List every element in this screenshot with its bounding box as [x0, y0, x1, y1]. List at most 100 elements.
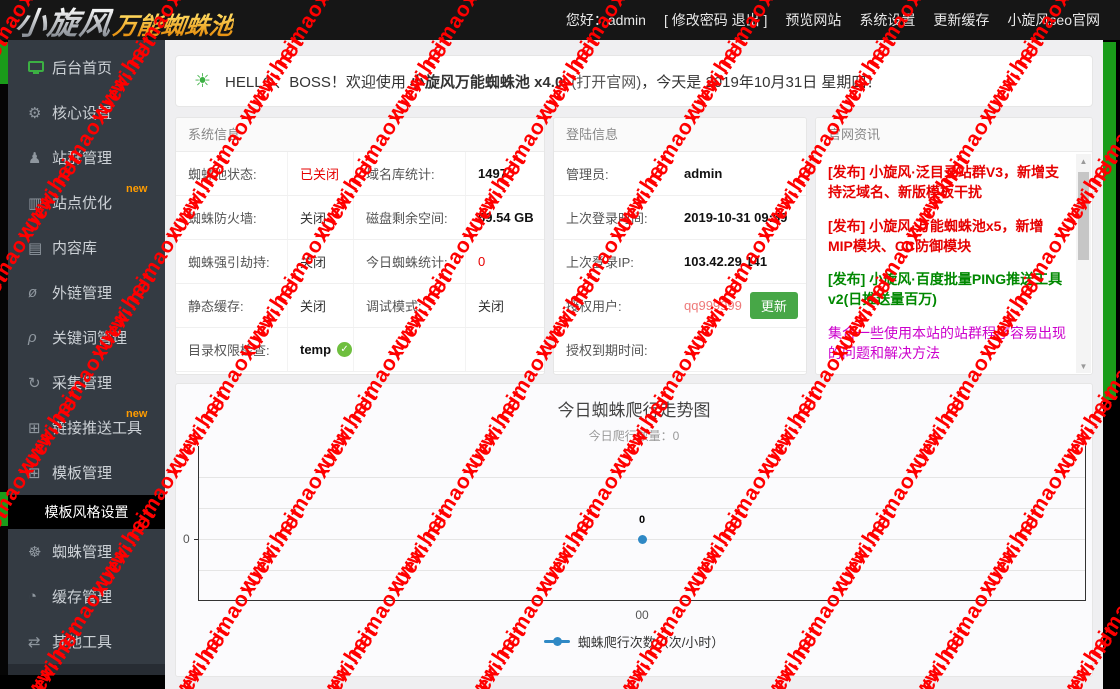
login-row: 上次登录IP: 103.42.29.141: [554, 240, 806, 284]
dir-check-value: temp: [300, 342, 332, 357]
sys-label: 今日蜘蛛统计:: [354, 240, 466, 283]
active-indicator-home: [0, 42, 8, 84]
system-row: 蜘蛛强引劫持: 关闭 今日蜘蛛统计: 0: [176, 240, 544, 284]
nav-preview-site[interactable]: 预览网站: [785, 10, 841, 30]
sidebar-item-template-manage[interactable]: ⊞ 模板管理: [8, 450, 165, 495]
sys-value: 关闭: [478, 299, 505, 314]
panel-title: 系统信息: [176, 118, 544, 152]
gear-icon: ⚙: [28, 104, 42, 122]
chart-plot-area: 0 0 00: [183, 446, 1086, 622]
welcome-product: 小旋风万能蜘蛛池 x4.0: [409, 73, 564, 91]
nav-change-password-logout[interactable]: [ 修改密码 退出 ]: [664, 10, 767, 30]
data-point-label: 0: [638, 514, 646, 526]
sys-value: 关闭: [288, 196, 354, 239]
login-label: 授权到期时间:: [566, 343, 648, 358]
scrollbar-thumb[interactable]: [1078, 172, 1089, 260]
system-row: 蜘蛛池状态: 已关闭 域名库统计: 1497: [176, 152, 544, 196]
chart-legend[interactable]: 蜘蛛爬行次数（次/小时）: [176, 632, 1092, 651]
sidebar-item-link-push-tools[interactable]: ⊞ 链接推送工具 new: [8, 405, 165, 450]
sidebar-footer-strip: [8, 664, 165, 675]
top-header: 小旋风 万能蜘蛛池 您好：admin [ 修改密码 退出 ] 预览网站 系统设置…: [0, 0, 1120, 43]
sys-label: 蜘蛛防火墙:: [176, 196, 288, 239]
open-official-site-link[interactable]: (打开官网): [571, 71, 641, 92]
scroll-down-icon[interactable]: ▼: [1076, 359, 1091, 373]
admin-dashboard: 小旋风 万能蜘蛛池 您好：admin [ 修改密码 退出 ] 预览网站 系统设置…: [0, 0, 1120, 689]
sidebar-item-home[interactable]: 后台首页: [8, 45, 165, 90]
sidebar-item-label: 链接推送工具: [52, 420, 143, 437]
sidebar-rail: [0, 40, 8, 689]
sys-empty-cell: [466, 328, 544, 371]
sidebar-item-external-links[interactable]: ø 外链管理: [8, 270, 165, 315]
login-row: 授权用户: qq999999 更新: [554, 284, 806, 328]
nav-system-settings[interactable]: 系统设置: [859, 10, 915, 30]
gridline: [199, 570, 1085, 571]
login-label: 上次登录时间:: [566, 211, 648, 226]
auth-user-value: qq999999: [684, 298, 742, 313]
greeting-text: 您好：admin: [565, 12, 646, 28]
login-label: 授权用户:: [566, 299, 622, 314]
sidebar-item-label: 站点优化: [52, 195, 113, 212]
gridline: [199, 477, 1085, 478]
sidebar-item-collection[interactable]: ↻ 采集管理: [8, 360, 165, 405]
key-icon: ρ: [28, 329, 37, 346]
sidebar-item-core-settings[interactable]: ⚙ 核心设置: [8, 90, 165, 135]
nav-official-site[interactable]: 小旋风seo官网: [1007, 10, 1100, 30]
update-button[interactable]: 更新: [749, 292, 798, 319]
panel-title: 官网资讯: [816, 118, 1092, 152]
sidebar-item-keywords[interactable]: ρ 关键词管理: [8, 315, 165, 360]
nav-refresh-cache[interactable]: 更新缓存: [933, 10, 989, 30]
data-point[interactable]: [638, 535, 647, 544]
sidebar-item-content-library[interactable]: ▤ 内容库: [8, 225, 165, 270]
system-row: 目录权限检查: temp ✓: [176, 328, 544, 372]
app-logo: 小旋风 万能蜘蛛池: [0, 0, 237, 43]
scroll-up-icon[interactable]: ▲: [1076, 154, 1091, 168]
chart-title: 今日蜘蛛爬行走势图: [557, 401, 711, 420]
sidebar-item-label: 核心设置: [52, 105, 113, 122]
sidebar-item-cache-manage[interactable]: ◔ 缓存管理: [8, 574, 165, 619]
new-badge: new: [126, 408, 148, 420]
sidebar: 后台首页 ⚙ 核心设置 ♟ 站群管理 ▥ 站点优化 new ▤ 内容库 ø 外链…: [0, 40, 165, 689]
login-value: 103.42.29.141: [684, 254, 768, 269]
login-label: 管理员:: [566, 167, 609, 182]
system-row: 静态缓存: 关闭 调试模式: 关闭: [176, 284, 544, 328]
spider-icon: ☸: [28, 543, 42, 561]
sidebar-item-label: 缓存管理: [52, 589, 113, 606]
sidebar-subitem-label: 模板风格设置: [44, 504, 129, 520]
news-panel: 官网资讯 [发布] 小旋风·泛目录站群V3，新增支持泛域名、新版模板干扰 [发布…: [815, 117, 1093, 375]
chart-subtitle: 今日爬行数量：0: [588, 429, 680, 443]
sys-label: 蜘蛛强引劫持:: [176, 240, 288, 283]
sys-value: 69.54 GB: [478, 210, 534, 225]
user-icon: ♟: [28, 149, 42, 167]
system-info-panel: 系统信息 蜘蛛池状态: 已关闭 域名库统计: 1497 蜘蛛防火墙: 关闭 磁盘…: [175, 117, 545, 375]
sun-icon: ☀: [194, 70, 212, 92]
sidebar-subitem-template-style[interactable]: 模板风格设置: [8, 495, 165, 529]
system-row: 蜘蛛防火墙: 关闭 磁盘剩余空间: 69.54 GB: [176, 196, 544, 240]
stopwatch-icon: ◔: [28, 588, 38, 605]
sys-label: 磁盘剩余空间:: [354, 196, 466, 239]
sys-value: temp ✓: [288, 328, 354, 371]
sys-label: 域名库统计:: [354, 152, 466, 195]
new-badge: new: [126, 183, 148, 195]
login-row: 上次登录时间: 2019-10-31 09:59: [554, 196, 806, 240]
shuffle-icon: ⇄: [28, 633, 41, 651]
news-list: [发布] 小旋风·泛目录站群V3，新增支持泛域名、新版模板干扰 [发布] 小旋风…: [816, 152, 1092, 374]
news-scrollbar[interactable]: ▲ ▼: [1076, 154, 1091, 373]
sidebar-item-spider-manage[interactable]: ☸ 蜘蛛管理: [8, 529, 165, 574]
legend-line-icon: [543, 637, 570, 646]
sidebar-item-label: 内容库: [52, 240, 98, 257]
news-item[interactable]: 集合一些使用本站的站群程序容易出现的问题和解决方法: [828, 323, 1068, 364]
link-icon: ø: [28, 284, 38, 301]
welcome-prefix: HELLO、BOSS！欢迎使用: [225, 73, 406, 91]
right-edge-strip: [1103, 40, 1120, 689]
sidebar-item-site-group[interactable]: ♟ 站群管理: [8, 135, 165, 180]
sys-value: 已关闭: [288, 152, 354, 195]
right-green-bar: [1103, 42, 1116, 400]
sidebar-item-site-optimize[interactable]: ▥ 站点优化 new: [8, 180, 165, 225]
sys-value: 关闭: [288, 240, 354, 283]
sys-label: 目录权限检查:: [176, 328, 288, 371]
news-item[interactable]: [发布] 小旋风·泛目录站群V3，新增支持泛域名、新版模板干扰: [828, 162, 1068, 203]
bar-chart-icon: ▥: [28, 194, 43, 212]
news-item[interactable]: [发布] 小旋风·百度批量PING推送工具v2(日推送量百万): [828, 269, 1068, 310]
sidebar-item-other-tools[interactable]: ⇄ 其他工具: [8, 619, 165, 664]
news-item[interactable]: [发布] 小旋风·万能蜘蛛池x5，新增MIP模块、CC防御模块: [828, 216, 1068, 257]
